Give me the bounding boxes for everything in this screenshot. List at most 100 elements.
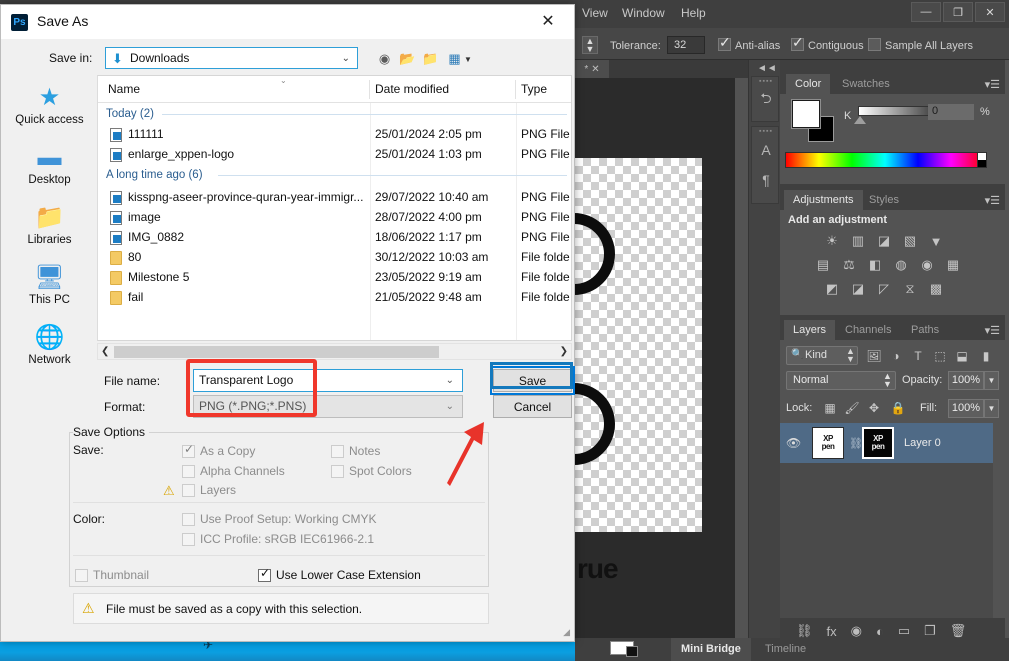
column-header-name[interactable]: Name [108, 82, 140, 96]
menu-view[interactable]: View [582, 6, 608, 20]
column-divider-1[interactable] [369, 80, 370, 99]
close-button[interactable]: ✕ [975, 2, 1005, 22]
rail-group-history[interactable]: ▪▪▪▪ ⮌ [751, 76, 779, 122]
paragraph-icon[interactable]: ¶ [752, 165, 780, 195]
color-swatches-mini[interactable] [610, 641, 644, 658]
file-name-input[interactable]: Transparent Logo ⌄ [193, 369, 463, 392]
resize-grip-icon[interactable]: ◢ [563, 627, 570, 638]
place-this-pc[interactable]: 🖥 This PC [2, 263, 97, 321]
rail-grip-icon-2[interactable]: ▪▪▪▪ [752, 127, 780, 135]
scroll-left-icon[interactable]: ❮ [101, 346, 109, 357]
spectrum-white-black-swatch[interactable] [977, 152, 987, 168]
tool-preset-stepper[interactable]: ▲▼ [582, 36, 598, 54]
tolerance-input[interactable]: 32 [667, 36, 705, 54]
place-desktop[interactable]: ▬ Desktop [2, 143, 97, 201]
as-a-copy-checkbox[interactable] [182, 445, 195, 458]
posterize-icon[interactable]: ◪ [849, 280, 867, 298]
document-tab[interactable]: * ✕ [575, 60, 609, 78]
document-close-icon[interactable]: ✕ [591, 64, 599, 75]
column-header-type[interactable]: Type [521, 82, 547, 96]
channel-k-slider-thumb[interactable] [854, 116, 866, 124]
use-proof-setup-checkbox[interactable] [182, 513, 195, 526]
color-lookup-icon[interactable]: ▦ [944, 256, 962, 274]
color-spectrum-ramp[interactable] [785, 152, 985, 168]
lock-position-icon[interactable]: ✥ [866, 400, 882, 416]
fill-input[interactable]: 100% [948, 399, 984, 418]
opacity-chevron-down-icon[interactable]: ▼ [984, 371, 999, 390]
character-icon[interactable]: A [752, 135, 780, 165]
column-header-date[interactable]: Date modified [375, 82, 449, 96]
photo-filter-icon[interactable]: ◍ [892, 256, 910, 274]
windows-taskbar[interactable]: ✈ [0, 640, 575, 661]
table-row[interactable]: enlarge_xppen-logo 25/01/2024 1:03 pm PN… [98, 145, 572, 165]
filter-type-icon[interactable]: T [910, 348, 926, 364]
channel-mixer-icon[interactable]: ◉ [918, 256, 936, 274]
tab-mini-bridge[interactable]: Mini Bridge [671, 638, 751, 661]
vibrance-icon[interactable]: ▼ [927, 232, 945, 250]
scrollbar-thumb[interactable] [114, 346, 439, 358]
layer-mask-link-icon[interactable]: ⛓ [849, 437, 863, 450]
menu-window[interactable]: Window [622, 6, 665, 20]
table-row[interactable]: 80 30/12/2022 10:03 am File folde [98, 248, 572, 268]
document-canvas[interactable]: rue [575, 158, 702, 532]
chevron-down-icon[interactable]: ⌄ [342, 53, 350, 64]
brightness-contrast-icon[interactable]: ☀ [823, 232, 841, 250]
fill-chevron-down-icon[interactable]: ▼ [984, 399, 999, 418]
tab-styles[interactable]: Styles [860, 190, 908, 210]
channel-k-input[interactable]: 0 [928, 104, 974, 120]
layer-mask-thumbnail[interactable]: XP pen [862, 427, 894, 459]
layer-mask-icon[interactable]: ◉ [851, 623, 862, 639]
maximize-button[interactable]: ❐ [943, 2, 973, 22]
background-swatch-mini[interactable] [626, 646, 638, 657]
minimize-button[interactable]: — [911, 2, 941, 22]
layers-checkbox[interactable] [182, 484, 195, 497]
save-button[interactable]: Save [493, 369, 572, 392]
filter-toggle-icon[interactable]: ▮ [978, 348, 994, 364]
layer-thumbnail[interactable]: XP pen [812, 427, 844, 459]
hue-saturation-icon[interactable]: ▤ [814, 256, 832, 274]
use-lower-case-extension-checkbox[interactable] [258, 569, 271, 582]
views-icon[interactable]: ▦ [445, 49, 464, 68]
cancel-button[interactable]: Cancel [493, 395, 572, 418]
delete-layer-icon[interactable]: 🗑 [950, 623, 967, 639]
exposure-icon[interactable]: ▧ [901, 232, 919, 250]
tab-adjustments[interactable]: Adjustments [784, 190, 863, 210]
chevron-updown-icon[interactable]: ▲▼ [846, 347, 855, 363]
filter-shape-icon[interactable]: ⬚ [932, 348, 948, 364]
blend-mode-chevron-icon[interactable]: ▲▼ [883, 372, 892, 388]
close-icon[interactable]: ✕ [526, 5, 570, 37]
tab-channels[interactable]: Channels [836, 320, 900, 340]
table-row[interactable]: kisspng-aseer-province-quran-year-immigr… [98, 188, 572, 208]
new-group-icon[interactable]: ▭ [898, 623, 910, 639]
lock-all-icon[interactable]: 🔒 [890, 400, 906, 416]
lock-image-icon[interactable]: 🖌 [844, 400, 860, 416]
back-icon[interactable]: ◉ [375, 49, 394, 68]
format-select[interactable]: PNG (*.PNG;*.PNS) ⌄ [193, 395, 463, 418]
layers-panel-menu-icon[interactable]: ▾☰ [985, 324, 1000, 337]
table-row[interactable]: IMG_0882 18/06/2022 1:17 pm PNG File [98, 228, 572, 248]
rail-group-type[interactable]: ▪▪▪▪ A ¶ [751, 126, 779, 204]
black-white-icon[interactable]: ◧ [866, 256, 884, 274]
gradient-map-icon[interactable]: ⧖ [901, 280, 919, 298]
link-layers-icon[interactable]: ⛓ [796, 623, 813, 639]
spot-colors-checkbox[interactable] [331, 465, 344, 478]
tab-paths[interactable]: Paths [902, 320, 948, 340]
table-row[interactable]: image 28/07/2022 4:00 pm PNG File [98, 208, 572, 228]
contiguous-checkbox[interactable] [791, 38, 804, 51]
canvas-area[interactable]: rue [575, 78, 735, 638]
color-panel-menu-icon[interactable]: ▾☰ [985, 78, 1000, 91]
tab-swatches[interactable]: Swatches [833, 74, 899, 94]
sample-all-layers-checkbox[interactable] [868, 38, 881, 51]
lock-transparency-icon[interactable]: ▦ [822, 400, 838, 416]
rail-grip-icon[interactable]: ▪▪▪▪ [752, 77, 780, 85]
selective-color-icon[interactable]: ▩ [927, 280, 945, 298]
foreground-color-swatch[interactable] [792, 100, 820, 128]
filter-smart-icon[interactable]: ⬓ [954, 348, 970, 364]
thumbnail-checkbox[interactable] [75, 569, 88, 582]
color-balance-icon[interactable]: ⚖ [840, 256, 858, 274]
opacity-input[interactable]: 100% [948, 371, 984, 390]
layer-name-label[interactable]: Layer 0 [904, 437, 941, 449]
place-quick-access[interactable]: ★ Quick access [2, 83, 97, 141]
blend-mode-select[interactable]: Normal [786, 371, 896, 390]
place-libraries[interactable]: 📁 Libraries [2, 203, 97, 261]
